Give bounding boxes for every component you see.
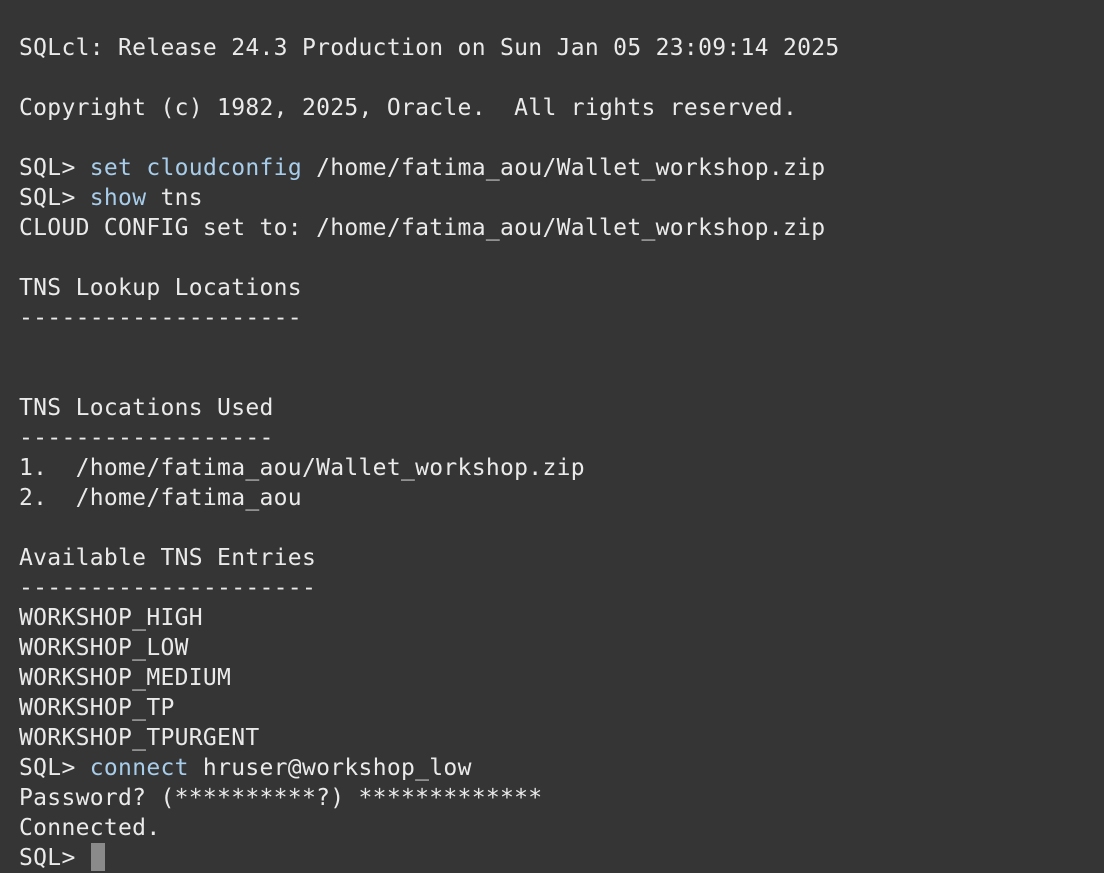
release-banner: SQLcl: Release 24.3 Production on Sun Ja… [19, 35, 840, 61]
tns-entries-heading: Available TNS Entries [19, 545, 317, 571]
connected-message: Connected. [19, 815, 161, 841]
location-item: 1. /home/fatima_aou/Wallet_workshop.zip [19, 455, 585, 481]
tns-entry: WORKSHOP_LOW [19, 635, 189, 661]
command-keyword-show: show [89, 185, 147, 211]
command-keyword-set: set [89, 155, 133, 181]
password-line: Password? (**********?) ************* [19, 785, 543, 811]
command-line-show-tns: SQL> show tns [19, 183, 1104, 213]
command-argument: hruser@workshop_low [188, 755, 472, 781]
command-keyword-connect: connect [89, 755, 189, 781]
tns-entry: WORKSHOP_HIGH [19, 605, 203, 631]
sql-prompt: SQL> [19, 845, 90, 871]
sql-prompt: SQL> [19, 755, 90, 781]
sql-prompt: SQL> [19, 155, 90, 181]
lookup-locations-heading: TNS Lookup Locations [19, 275, 302, 301]
command-line-connect: SQL> connect hruser@workshop_low [19, 753, 1104, 783]
sql-prompt: SQL> [19, 185, 90, 211]
tns-entries-rule: --------------------- [19, 575, 317, 601]
text-cursor[interactable] [90, 843, 105, 871]
tns-entry: WORKSHOP_MEDIUM [19, 665, 232, 691]
command-line-set-cloudconfig: SQL> set cloudconfig /home/fatima_aou/Wa… [19, 153, 1104, 183]
copyright-line: Copyright (c) 1982, 2025, Oracle. All ri… [19, 95, 798, 121]
cloud-config-output: CLOUD CONFIG set to: /home/fatima_aou/Wa… [19, 215, 826, 241]
command-keyword-cloudconfig: cloudconfig [146, 155, 302, 181]
command-argument: tns [146, 185, 203, 211]
lookup-locations-rule: -------------------- [19, 305, 302, 331]
tns-entry: WORKSHOP_TP [19, 695, 175, 721]
command-argument: /home/fatima_aou/Wallet_workshop.zip [301, 155, 826, 181]
active-prompt-line[interactable]: SQL> [19, 843, 1104, 873]
tns-entry: WORKSHOP_TPURGENT [19, 725, 260, 751]
locations-used-heading: TNS Locations Used [19, 395, 274, 421]
terminal-window[interactable]: SQLcl: Release 24.3 Production on Sun Ja… [0, 0, 1104, 873]
locations-used-rule: ------------------ [19, 425, 274, 451]
location-item: 2. /home/fatima_aou [19, 485, 302, 511]
